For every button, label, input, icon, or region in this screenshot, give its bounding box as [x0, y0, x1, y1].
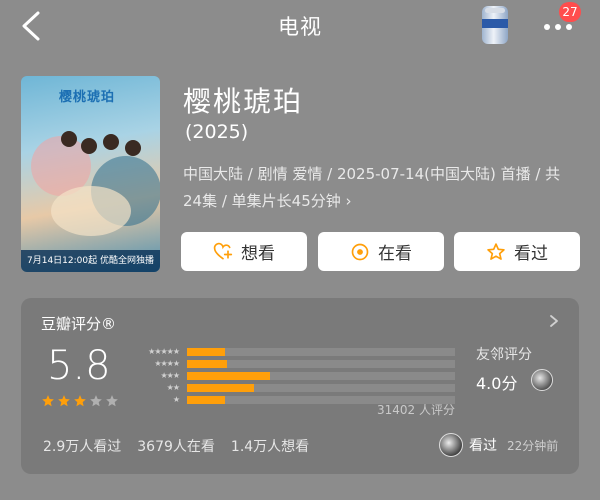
rating-bar-stars: ★: [172, 395, 180, 404]
rating-bar-row: ★★: [131, 382, 461, 393]
top-bar: 电视 27: [0, 0, 600, 52]
rating-bar-track: [187, 348, 455, 356]
watched-label: 看过: [514, 244, 548, 264]
rating-bar-row: ★★★: [131, 370, 461, 381]
friend-rating-score: 4.0分: [476, 374, 518, 393]
soda-can-icon[interactable]: [482, 6, 508, 44]
notification-badge: 27: [559, 2, 581, 22]
target-icon: [351, 243, 369, 260]
want-to-watch-button[interactable]: 想看: [181, 232, 307, 271]
rating-count: 31402 人评分: [377, 403, 455, 417]
friend-avatar[interactable]: [531, 369, 553, 391]
chevron-right-icon[interactable]: [548, 314, 560, 328]
show-year: (2025): [185, 121, 249, 143]
rating-bar-stars: ★★★★: [154, 359, 180, 368]
rating-bar-track: [187, 384, 455, 392]
rating-card[interactable]: 豆瓣评分® 5.8 ★★★★★ ★★★★ ★★★ ★★ ★ 31402 人评分 友邻评分…: [21, 298, 579, 474]
want-to-watch-label: 想看: [241, 244, 275, 264]
show-title: 樱桃琥珀: [183, 85, 304, 118]
star-empty-icon: [106, 395, 118, 407]
show-meta[interactable]: 中国大陆 / 剧情 爱情 / 2025-07-14(中国大陆) 首播 / 共24…: [183, 161, 573, 215]
rating-bar-fill: [187, 360, 227, 368]
watch-stats: 2.9万人看过 3679人在看 1.4万人想看: [43, 436, 309, 456]
watching-label: 在看: [378, 244, 412, 264]
poster-image[interactable]: 樱桃琥珀 7月14日12:00起 优酷全网独播: [21, 76, 160, 272]
watching-button[interactable]: 在看: [318, 232, 444, 271]
rating-bar-track: [187, 372, 455, 380]
rating-bar-fill: [187, 396, 225, 404]
stat-watched: 2.9万人看过: [43, 439, 122, 455]
my-status-label: 看过: [469, 438, 497, 454]
poster-title-art: 樱桃琥珀: [59, 90, 116, 105]
star-outline-icon: [487, 242, 505, 260]
rating-bar-fill: [187, 372, 270, 380]
my-status-time: 22分钟前: [507, 438, 559, 453]
watched-button[interactable]: 看过: [454, 232, 580, 271]
stat-watching: 3679人在看: [137, 439, 215, 455]
rating-bar-row: ★★★★: [131, 358, 461, 369]
rating-bar-row: ★★★★★: [131, 346, 461, 357]
rating-bar-fill: [187, 348, 225, 356]
star-filled-icon: [58, 395, 70, 407]
star-empty-icon: [90, 395, 102, 407]
rating-bar-fill: [187, 384, 254, 392]
rating-stars: [41, 394, 119, 408]
star-filled-icon: [74, 395, 86, 407]
rating-bar-track: [187, 360, 455, 368]
rating-card-title: 豆瓣评分®: [41, 315, 117, 333]
stat-want: 1.4万人想看: [230, 439, 310, 455]
rating-bar-stars: ★★★★★: [148, 347, 180, 356]
poster-caption: 7月14日12:00起 优酷全网独播: [21, 250, 160, 272]
rating-score: 5.8: [47, 343, 111, 389]
rating-bar-stars: ★★★: [160, 371, 180, 380]
star-filled-icon: [42, 395, 54, 407]
my-status[interactable]: 看过 22分钟前: [439, 433, 558, 457]
heart-plus-icon: [213, 242, 233, 259]
user-avatar: [439, 433, 463, 457]
rating-bar-stars: ★★: [166, 383, 180, 392]
friend-rating-label: 友邻评分: [476, 347, 532, 363]
page-title: 电视: [278, 15, 322, 39]
